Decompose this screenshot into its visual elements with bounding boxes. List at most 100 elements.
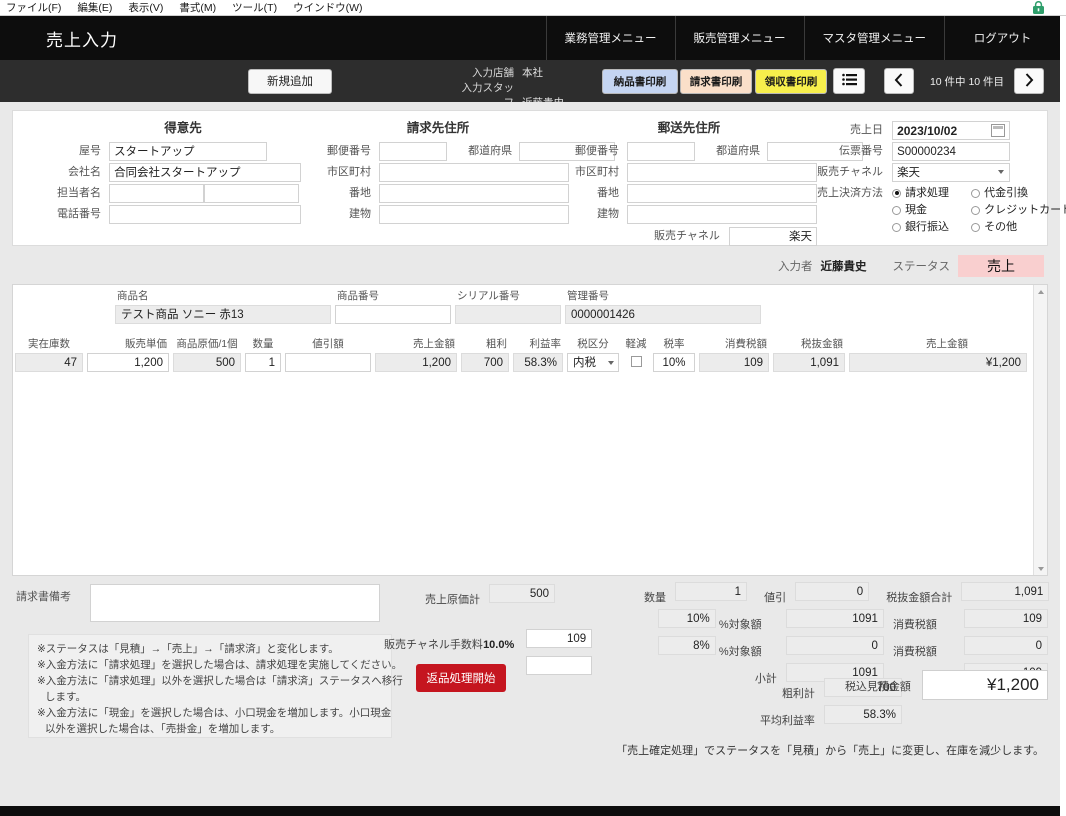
previous-record-button[interactable] <box>884 68 914 94</box>
radio-icon-bank[interactable] <box>892 222 902 232</box>
new-record-button[interactable]: 新規追加 <box>248 68 332 94</box>
note-line-4: します。 <box>45 691 86 703</box>
col-qty: 数量 <box>252 338 274 350</box>
menu-item-window[interactable]: ウインドウ(W) <box>293 0 362 15</box>
shipping-bldg-input[interactable] <box>627 205 818 224</box>
nav-master-menu[interactable]: マスタ管理メニュー <box>803 16 945 60</box>
slip-number-input[interactable]: S00000234 <box>892 142 1011 161</box>
channel-fee-pct: 10.0% <box>483 639 515 651</box>
customer-company-input[interactable]: 合同会社スタートアップ <box>109 163 302 182</box>
billing-city-input[interactable] <box>379 163 570 182</box>
notes-box: ※ステータスは「見積」→「売上」→「請求済」と変化します。 ※入金方法に「請求処… <box>28 634 403 738</box>
stock-value: 47 <box>15 353 83 372</box>
next-record-button[interactable] <box>1014 68 1044 94</box>
list-icon <box>841 73 857 89</box>
nav-logout[interactable]: ログアウト <box>944 16 1060 60</box>
rate10-tax-label: 消費税額 <box>892 619 937 631</box>
billing-title: 請求先住所 <box>406 121 470 135</box>
chevron-left-icon <box>894 72 904 90</box>
qty-input[interactable]: 1 <box>245 353 281 372</box>
avg-rate-value: 58.3% <box>824 705 902 724</box>
menu-item-format[interactable]: 書式(M) <box>179 0 216 15</box>
menu-item-file[interactable]: ファイル(F) <box>6 0 61 15</box>
scroll-down-icon[interactable] <box>1034 562 1048 575</box>
col-tax-amount: 消費税額 <box>725 338 767 350</box>
radio-icon-seikyu[interactable] <box>892 188 902 198</box>
shipping-channel-row: 販売チャネル 楽天 <box>561 227 817 246</box>
return-process-button[interactable]: 返品処理開始 <box>416 664 506 692</box>
rate8-label: 8% <box>657 636 716 655</box>
scroll-up-icon[interactable] <box>1034 285 1048 298</box>
customer-person-input-left[interactable] <box>109 184 205 203</box>
payment-option-credit[interactable]: クレジットカード <box>971 201 1066 217</box>
discount-input[interactable] <box>285 353 371 372</box>
shipping-banchi-input[interactable] <box>627 184 818 203</box>
gross-value: 700 <box>461 353 509 372</box>
billing-zip-label: 郵便番号 <box>327 145 371 158</box>
payment-option-other[interactable]: その他 <box>971 218 1017 234</box>
shipping-channel-value[interactable]: 楽天 <box>729 227 817 246</box>
nav-gyomu-menu[interactable]: 業務管理メニュー <box>545 16 675 60</box>
payment-option-seikyu-label: 請求処理 <box>905 187 950 199</box>
radio-icon-other[interactable] <box>971 222 981 232</box>
sales-fee-input[interactable] <box>526 656 593 675</box>
billing-zip-input[interactable] <box>379 142 448 161</box>
status-label: ステータス <box>892 261 951 273</box>
meta-channel-select[interactable]: 楽天 <box>892 163 1011 182</box>
channel-fee-label: 販売チャネル手数料 <box>384 639 483 651</box>
billing-city-label: 市区町村 <box>327 166 371 179</box>
print-delivery-note-button[interactable]: 納品書印刷 <box>602 68 678 94</box>
customer-yago-input[interactable]: スタートアップ <box>109 142 268 161</box>
meta-channel-label: 販売チャネル <box>817 166 883 179</box>
note-line-3: ※入金方法に「請求処理」以外を選択した場合は「請求済」ステータスへ移行 <box>37 675 403 687</box>
tax-rate-input[interactable]: 10% <box>653 353 695 372</box>
customer-yago-label: 屋号 <box>79 145 101 158</box>
product-code-input[interactable] <box>335 305 451 324</box>
menu-item-edit[interactable]: 編集(E) <box>77 0 112 15</box>
chevron-down-icon <box>608 361 614 365</box>
serial-input[interactable] <box>455 305 561 324</box>
reduced-tax-checkbox[interactable] <box>630 355 642 367</box>
payment-option-seikyu[interactable]: 請求処理 <box>892 184 960 200</box>
unit-price-input[interactable]: 1,200 <box>87 353 169 372</box>
payment-option-daibiki[interactable]: 代金引換 <box>971 184 1028 200</box>
page-body: 得意先 屋号 スタートアップ 会社名 合同会社スタートアップ 担当者名 電話番号… <box>0 102 1066 816</box>
radio-icon-daibiki[interactable] <box>971 188 981 198</box>
cost-value: 500 <box>173 353 241 372</box>
items-scrollbar[interactable] <box>1033 285 1047 575</box>
radio-icon-genkin[interactable] <box>892 205 902 215</box>
col-total: 売上金額 <box>926 338 968 350</box>
payment-option-genkin[interactable]: 現金 <box>892 201 960 217</box>
billing-banchi-input[interactable] <box>379 184 570 203</box>
col-spacer-b <box>763 285 1047 304</box>
nav-hanbai-menu[interactable]: 販売管理メニュー <box>674 16 804 60</box>
print-invoice-button[interactable]: 請求書印刷 <box>680 68 752 94</box>
radio-icon-credit[interactable] <box>971 205 981 215</box>
menu-item-view[interactable]: 表示(V) <box>128 0 163 15</box>
summary-pretax-total-label: 税抜金額合計 <box>886 592 953 604</box>
mgmt-number-input[interactable]: 0000001426 <box>565 305 761 324</box>
col-discount: 値引額 <box>312 338 344 350</box>
print-receipt-button[interactable]: 領収書印刷 <box>755 68 827 94</box>
calendar-icon[interactable] <box>991 124 1006 137</box>
shipping-zip-input[interactable] <box>627 142 696 161</box>
billing-bldg-input[interactable] <box>379 205 570 224</box>
customer-person-input-right[interactable] <box>204 184 300 203</box>
shipping-city-input[interactable] <box>627 163 818 182</box>
customer-phone-input[interactable] <box>109 205 302 224</box>
remark-textarea[interactable] <box>90 584 380 622</box>
top-form-card: 得意先 屋号 スタートアップ 会社名 合同会社スタートアップ 担当者名 電話番号… <box>12 110 1066 246</box>
line-item-detail-table: 実在庫数 販売単価 商品原価/1個 数量 値引額 売上金額 粗利 利益率 税区分… <box>13 333 1047 373</box>
footnote: 「売上確定処理」でステータスを「見積」から「売上」に変更し、在庫を減少します。 <box>616 745 1044 757</box>
main-nav: 業務管理メニュー 販売管理メニュー マスタ管理メニュー ログアウト <box>545 16 1061 60</box>
line-item-top-table: 商品名 商品番号 シリアル番号 管理番号 テスト商品 ソニー 赤13 00000… <box>13 285 1047 325</box>
menu-item-tools[interactable]: ツール(T) <box>232 0 277 15</box>
product-name-input[interactable]: テスト商品 ソニー 赤13 <box>115 305 331 324</box>
shipping-zip-label: 郵便番号 <box>575 145 619 158</box>
channel-fee-value[interactable]: 109 <box>526 629 593 648</box>
shipping-banchi-label: 番地 <box>597 187 619 200</box>
list-view-button[interactable] <box>833 68 865 94</box>
tax-type-select[interactable]: 内税 <box>567 353 619 372</box>
chevron-right-icon <box>1024 72 1034 90</box>
payment-option-bank[interactable]: 銀行振込 <box>892 218 960 234</box>
